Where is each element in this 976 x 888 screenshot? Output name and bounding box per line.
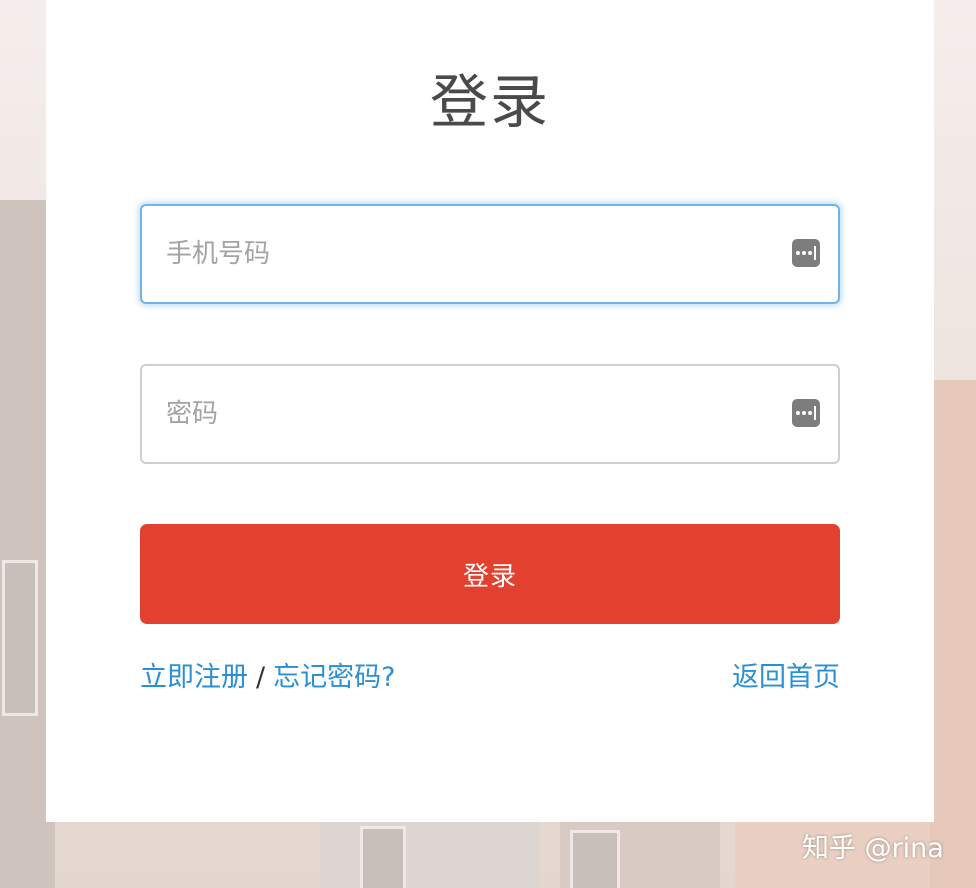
page-title: 登录 <box>429 68 550 136</box>
login-card: 登录 登录 立即注册 /忘记密码? 返回首页 <box>46 0 934 822</box>
password-input[interactable] <box>166 366 776 462</box>
background-window <box>2 560 38 716</box>
password-field[interactable] <box>140 364 840 464</box>
password-manager-key-icon[interactable] <box>792 399 820 427</box>
back-to-home-link[interactable]: 返回首页 <box>732 656 840 700</box>
background-building-right <box>930 380 976 888</box>
link-separator: / <box>256 662 266 693</box>
watermark: 知乎 @rina <box>802 833 944 864</box>
phone-field[interactable] <box>140 204 840 304</box>
login-button[interactable]: 登录 <box>140 524 840 624</box>
forgot-password-link[interactable]: 忘记密码? <box>273 662 395 693</box>
auth-links: 立即注册 / 忘记密码? 返回首页 <box>140 656 840 700</box>
password-manager-key-icon[interactable] <box>792 239 820 267</box>
phone-input[interactable] <box>166 206 776 302</box>
background-building-bottom <box>320 822 540 888</box>
background-window <box>570 830 620 888</box>
register-link[interactable]: 立即注册 <box>140 662 248 693</box>
background-window <box>360 826 406 888</box>
